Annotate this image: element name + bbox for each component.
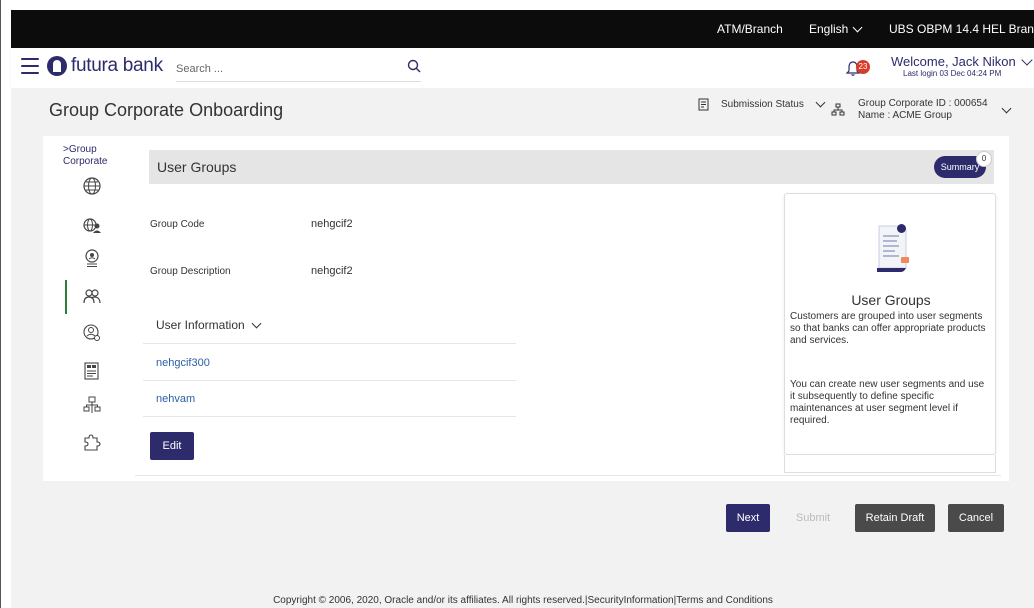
network-icon[interactable] bbox=[81, 394, 103, 416]
search-icon[interactable] bbox=[407, 59, 421, 73]
chevron-down-icon bbox=[1001, 103, 1011, 113]
user-link[interactable]: nehvam bbox=[156, 393, 195, 405]
location-selector[interactable]: ATM/Branch bbox=[717, 22, 783, 36]
chevron-down-icon[interactable] bbox=[1021, 54, 1033, 66]
globe-user-icon[interactable] bbox=[81, 215, 103, 237]
search-input[interactable]: Search ... bbox=[176, 57, 421, 82]
hierarchy-icon bbox=[831, 103, 845, 116]
user-information-toggle[interactable]: User Information bbox=[156, 318, 262, 332]
summary-count-badge: 0 bbox=[976, 151, 992, 167]
group-corporate-id: Group Corporate ID : 000654 bbox=[858, 98, 988, 109]
search-placeholder: Search ... bbox=[176, 63, 224, 75]
brand-name: futura bank bbox=[71, 55, 163, 76]
submit-button[interactable]: Submit bbox=[784, 504, 842, 532]
user-link[interactable]: nehgcif300 bbox=[156, 357, 210, 369]
logo-icon bbox=[47, 56, 67, 76]
user-group-icon[interactable] bbox=[81, 286, 103, 308]
help-card-title: User Groups bbox=[851, 292, 931, 308]
group-name: Name : ACME Group bbox=[858, 110, 952, 121]
last-login-text: Last login 03 Dec 04:24 PM bbox=[903, 69, 1002, 78]
menu-icon[interactable] bbox=[21, 58, 39, 74]
submission-status-dropdown[interactable]: Submission Status bbox=[698, 97, 826, 111]
retain-draft-button[interactable]: Retain Draft bbox=[855, 504, 935, 532]
footer: Copyright © 2006, 2020, Oracle and/or it… bbox=[11, 588, 1034, 608]
breadcrumb-line2: Corporate bbox=[63, 156, 108, 167]
help-card-footer bbox=[784, 455, 996, 473]
chevron-down-icon bbox=[251, 318, 262, 328]
next-button[interactable]: Next bbox=[726, 504, 770, 532]
chevron-down-icon bbox=[815, 97, 826, 108]
notification-badge: 23 bbox=[856, 60, 870, 74]
entity-selector[interactable]: UBS OBPM 14.4 HEL Branch bbox=[889, 22, 1034, 36]
notification-button[interactable]: 23 bbox=[846, 57, 872, 79]
help-card-paragraph: Customers are grouped into user segments… bbox=[790, 311, 986, 346]
user-information-label: User Information bbox=[156, 318, 245, 332]
document-grid-icon[interactable] bbox=[81, 360, 103, 382]
chevron-down-icon bbox=[852, 22, 863, 32]
breadcrumb-line1: Group bbox=[68, 144, 97, 155]
group-code-label: Group Code bbox=[150, 219, 205, 230]
footer-text[interactable]: Copyright © 2006, 2020, Oracle and/or it… bbox=[273, 595, 773, 606]
document-illustration-icon bbox=[877, 224, 909, 272]
puzzle-icon[interactable] bbox=[81, 432, 103, 454]
brand-logo[interactable]: futura bank bbox=[47, 55, 163, 77]
active-nav-indicator bbox=[65, 280, 67, 314]
help-card: User Groups Customers are grouped into u… bbox=[784, 193, 996, 455]
user-badge-icon[interactable] bbox=[81, 248, 103, 270]
breadcrumb[interactable]: >Group Corporate bbox=[63, 144, 107, 168]
divider bbox=[143, 380, 516, 381]
app-window: ATM/Branch English UBS OBPM 14.4 HEL Bra… bbox=[0, 0, 1034, 608]
user-menu[interactable]: Welcome, Jack Nikon Last login 03 Dec 04… bbox=[891, 54, 1016, 78]
submission-status-label: Submission Status bbox=[721, 99, 804, 110]
group-description-value: nehgcif2 bbox=[311, 265, 353, 277]
section-header: User Groups bbox=[149, 150, 994, 184]
edit-button[interactable]: Edit bbox=[150, 432, 194, 460]
language-selector[interactable]: English bbox=[809, 22, 863, 36]
page-title: Group Corporate Onboarding bbox=[49, 100, 284, 120]
entity-label: UBS OBPM 14.4 HEL Branch bbox=[889, 22, 1034, 36]
group-corporate-info[interactable]: Group Corporate ID : 000654 Name : ACME … bbox=[831, 98, 1011, 122]
header: futura bank Search ... 23 Welcome, Jack … bbox=[11, 48, 1034, 88]
document-icon bbox=[698, 98, 709, 111]
help-card-paragraph: You can create new user segments and use… bbox=[790, 379, 985, 426]
welcome-text: Welcome, Jack Nikon bbox=[891, 54, 1016, 69]
top-margin bbox=[1, 0, 1034, 10]
divider bbox=[143, 343, 516, 344]
divider bbox=[143, 416, 516, 417]
group-description-label: Group Description bbox=[150, 266, 231, 277]
cancel-button[interactable]: Cancel bbox=[948, 504, 1004, 532]
globe-icon[interactable] bbox=[81, 175, 103, 197]
user-settings-icon[interactable] bbox=[81, 322, 103, 344]
group-code-value: nehgcif2 bbox=[311, 218, 353, 230]
top-bar: ATM/Branch English UBS OBPM 14.4 HEL Bra… bbox=[11, 10, 1034, 48]
location-label: ATM/Branch bbox=[717, 22, 783, 36]
divider bbox=[135, 475, 1001, 476]
language-label: English bbox=[809, 22, 849, 36]
section-title: User Groups bbox=[157, 159, 237, 175]
